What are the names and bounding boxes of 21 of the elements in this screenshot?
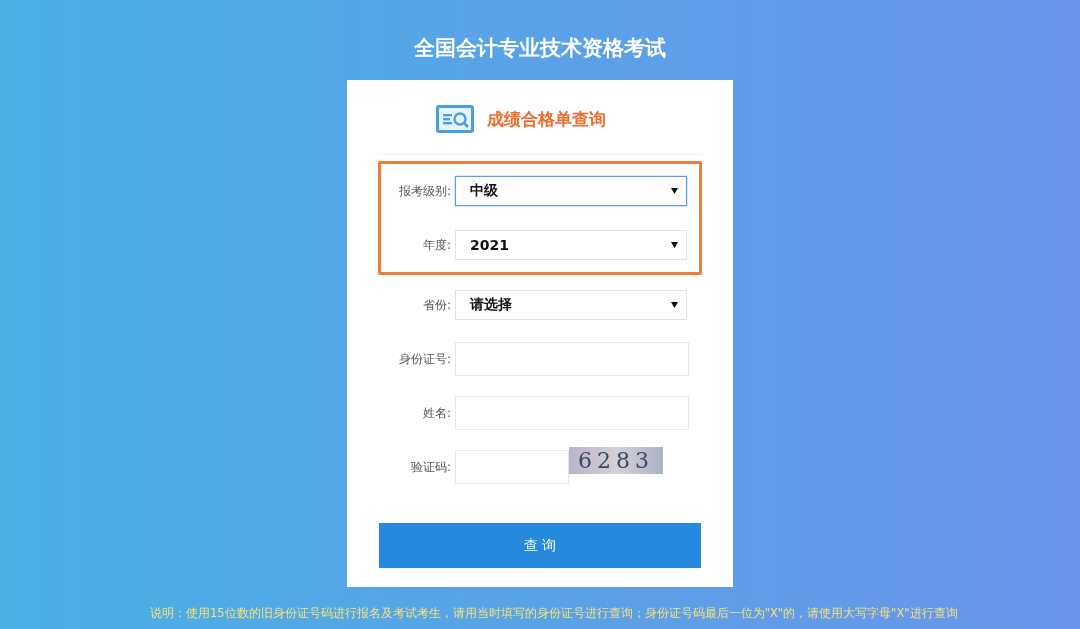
note-text: 说明：使用15位数的旧身份证号码进行报名及考试考生，请用当时填写的身份证号进行查询；身份证号码最后一位为"X"的，请使用大写字母"X"进行查询 — [150, 606, 958, 621]
input-field[interactable] — [455, 342, 689, 376]
input-field[interactable] — [455, 396, 689, 430]
field-label: 身份证号: — [397, 350, 451, 368]
dropdown-caret-icon — [671, 242, 678, 248]
captcha-image[interactable]: 6283 — [569, 447, 663, 474]
field-label: 姓名: — [421, 404, 451, 422]
select-field[interactable]: 2021 — [455, 230, 687, 260]
field-label: 验证码: — [409, 458, 451, 476]
dropdown-caret-icon — [671, 302, 678, 308]
query-button[interactable]: 查 询 — [379, 523, 701, 568]
field-label: 年度: — [421, 236, 451, 254]
dropdown-caret-icon — [671, 188, 678, 194]
card-heading: 成绩合格单查询 — [486, 107, 606, 131]
select-field[interactable]: 请选择 — [455, 290, 687, 320]
page-title: 全国会计专业技术资格考试 — [414, 35, 666, 62]
field-label: 报考级别: — [397, 182, 451, 200]
search-list-icon — [434, 104, 475, 134]
select-field[interactable]: 中级 — [455, 176, 687, 206]
input-field[interactable] — [455, 450, 569, 484]
field-label: 省份: — [421, 296, 451, 314]
